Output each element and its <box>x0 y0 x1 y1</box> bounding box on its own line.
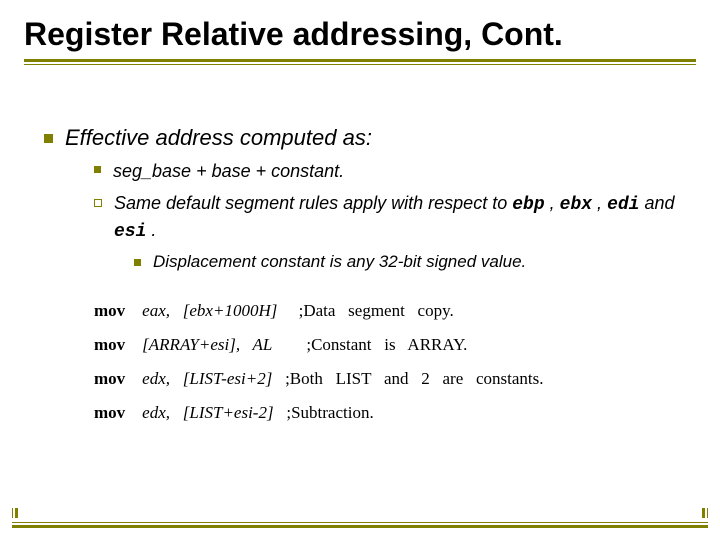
l2b-sep1: , <box>545 193 560 213</box>
code-op: mov <box>94 369 125 388</box>
reg-ebx: ebx <box>560 195 592 215</box>
code-comment: ;Data segment copy. <box>299 301 454 320</box>
frame-side-line <box>702 508 705 518</box>
open-square-bullet-icon <box>94 199 102 207</box>
title-underline <box>24 59 696 65</box>
square-bullet-icon <box>94 166 101 173</box>
bullet-l3: Displacement constant is any 32-bit sign… <box>134 252 696 272</box>
bottom-frame <box>12 522 708 528</box>
bullet-l1-text: Effective address computed as: <box>65 125 372 151</box>
bullet-l2a: seg_base + base + constant. <box>94 159 696 183</box>
page-title: Register Relative addressing, Cont. <box>24 16 696 59</box>
code-args: [ARRAY+esi], AL <box>142 335 272 354</box>
frame-side-line <box>15 508 18 518</box>
code-block: mov eax, [ebx+1000H] ;Data segment copy.… <box>94 294 696 430</box>
bullet-l2b-text: Same default segment rules apply with re… <box>114 191 696 244</box>
code-row: mov edx, [LIST+esi-2] ;Subtraction. <box>94 403 374 422</box>
bullet-l3-text: Displacement constant is any 32-bit sign… <box>153 252 526 272</box>
reg-esi: esi <box>114 222 146 242</box>
code-row: mov eax, [ebx+1000H] ;Data segment copy. <box>94 301 454 320</box>
l2b-and: and <box>639 193 674 213</box>
bullet-l1: Effective address computed as: <box>44 125 696 151</box>
l2b-post: . <box>146 220 156 240</box>
code-args: edx, [LIST-esi+2] <box>142 369 272 388</box>
code-op: mov <box>94 301 125 320</box>
code-args: eax, [ebx+1000H] <box>142 301 277 320</box>
reg-edi: edi <box>607 195 639 215</box>
square-bullet-icon <box>134 259 141 266</box>
code-comment: ;Subtraction. <box>286 403 373 422</box>
reg-ebp: ebp <box>512 195 544 215</box>
code-row: mov [ARRAY+esi], AL ;Constant is ARRAY. <box>94 335 467 354</box>
slide: Register Relative addressing, Cont. Effe… <box>0 0 720 540</box>
code-op: mov <box>94 335 125 354</box>
code-args: edx, [LIST+esi-2] <box>142 403 273 422</box>
code-op: mov <box>94 403 125 422</box>
body: Effective address computed as: seg_base … <box>24 125 696 430</box>
l2b-sep2: , <box>592 193 607 213</box>
l2b-pre: Same default segment rules apply with re… <box>114 193 512 213</box>
bullet-l2a-text: seg_base + base + constant. <box>113 159 344 183</box>
code-row: mov edx, [LIST-esi+2] ;Both LIST and 2 a… <box>94 369 544 388</box>
square-bullet-icon <box>44 134 53 143</box>
bullet-l2b: Same default segment rules apply with re… <box>94 191 696 244</box>
code-comment: ;Both LIST and 2 are constants. <box>285 369 543 388</box>
title-block: Register Relative addressing, Cont. <box>24 16 696 65</box>
frame-side-line <box>12 508 13 518</box>
frame-side-line <box>707 508 708 518</box>
code-comment: ;Constant is ARRAY. <box>306 335 467 354</box>
